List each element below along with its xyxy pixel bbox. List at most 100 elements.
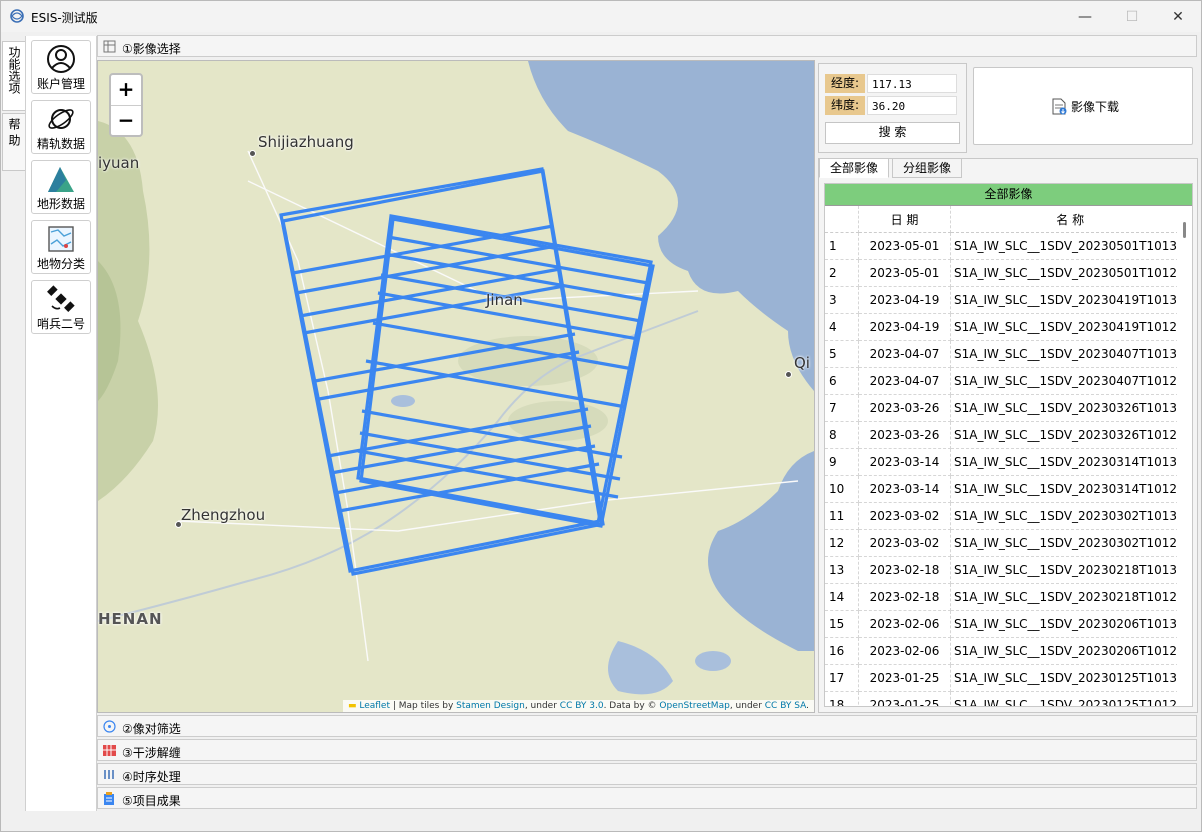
row-index: 12: [825, 529, 859, 557]
vtab-function-options[interactable]: 功能选项: [2, 41, 26, 111]
image-list-panel: 全部影像 日 期 名 称 1 2023-05-01 S1A_IW_SLC__1SDV…: [824, 183, 1193, 707]
image-download-button[interactable]: 影像下载: [973, 67, 1193, 145]
user-icon: [47, 45, 75, 73]
attribution-text: .: [806, 701, 809, 711]
table-row[interactable]: 18 2023-01-25 S1A_IW_SLC__1SDV_20230125T10…: [825, 691, 1190, 706]
table-row[interactable]: 4 2023-04-19 S1A_IW_SLC__1SDV_20230419T101…: [825, 313, 1190, 341]
map-attribution: ▬ Leaflet | Map tiles by Stamen Design, …: [342, 700, 814, 712]
cc-by-sa-link[interactable]: CC BY SA: [765, 701, 806, 711]
tab-all-images[interactable]: 全部影像: [819, 159, 890, 178]
col-name-header[interactable]: 名 称: [950, 206, 1190, 233]
minimize-button[interactable]: —: [1062, 1, 1108, 32]
row-index: 15: [825, 610, 859, 638]
row-index: 13: [825, 556, 859, 584]
row-date: 2023-02-06: [858, 637, 951, 665]
mountain-icon: [48, 167, 74, 192]
image-list-header: 全部影像: [825, 184, 1192, 206]
table-row[interactable]: 6 2023-04-07 S1A_IW_SLC__1SDV_20230407T101…: [825, 367, 1190, 395]
window-title: ESIS-测试版: [31, 11, 98, 25]
row-date: 2023-05-01: [858, 259, 951, 287]
table-row[interactable]: 2 2023-05-01 S1A_IW_SLC__1SDV_20230501T101…: [825, 259, 1190, 287]
row-index: 9: [825, 448, 859, 476]
row-index: 14: [825, 583, 859, 611]
section-title: ②像对筛选: [122, 722, 181, 736]
cc-by-link[interactable]: CC BY 3.0: [560, 701, 604, 711]
table-row[interactable]: 7 2023-03-26 S1A_IW_SLC__1SDV_20230326T101…: [825, 394, 1190, 422]
col-index-header: [825, 206, 859, 233]
timeline-icon: [104, 770, 114, 779]
tool-label: 账户管理: [36, 77, 85, 91]
row-date: 2023-05-01: [858, 232, 951, 260]
tab-grouped-images[interactable]: 分组影像: [892, 159, 963, 178]
row-name: S1A_IW_SLC__1SDV_20230302T1013...: [950, 502, 1190, 530]
osm-link[interactable]: OpenStreetMap: [659, 701, 729, 711]
row-date: 2023-04-19: [858, 313, 951, 341]
city-label-qingdao: Qi: [794, 354, 810, 372]
row-name: S1A_IW_SLC__1SDV_20230419T1013...: [950, 286, 1190, 314]
tool-panel: 账户管理 精轨数据 地形数据 地物分类 哨兵二号: [25, 36, 97, 811]
sentinel-2-button[interactable]: 哨兵二号: [31, 280, 91, 334]
table-row[interactable]: 11 2023-03-02 S1A_IW_SLC__1SDV_20230302T10…: [825, 502, 1190, 530]
table-row[interactable]: 10 2023-03-14 S1A_IW_SLC__1SDV_20230314T10…: [825, 475, 1190, 503]
status-bar: [1, 811, 1201, 831]
table-row[interactable]: 9 2023-03-14 S1A_IW_SLC__1SDV_20230314T101…: [825, 448, 1190, 476]
table-row[interactable]: 8 2023-03-26 S1A_IW_SLC__1SDV_20230326T101…: [825, 421, 1190, 449]
latitude-input[interactable]: 36.20: [867, 96, 957, 115]
row-date: 2023-03-26: [858, 421, 951, 449]
row-index: 3: [825, 286, 859, 314]
table-row[interactable]: 16 2023-02-06 S1A_IW_SLC__1SDV_20230206T10…: [825, 637, 1190, 665]
precise-orbit-button[interactable]: 精轨数据: [31, 100, 91, 154]
landcover-classification-button[interactable]: 地物分类: [31, 220, 91, 274]
row-date: 2023-03-02: [858, 529, 951, 557]
table-row[interactable]: 13 2023-02-18 S1A_IW_SLC__1SDV_20230218T10…: [825, 556, 1190, 584]
close-button[interactable]: ✕: [1155, 1, 1201, 32]
row-name: S1A_IW_SLC__1SDV_20230314T1012...: [950, 475, 1190, 503]
table-scrollbar[interactable]: [1177, 206, 1192, 706]
row-index: 7: [825, 394, 859, 422]
account-management-button[interactable]: 账户管理: [31, 40, 91, 94]
grid-icon: [103, 40, 116, 53]
terrain-data-button[interactable]: 地形数据: [31, 160, 91, 214]
zoom-out-button[interactable]: −: [111, 105, 141, 135]
section-title: ⑤项目成果: [122, 794, 181, 808]
section-pair-filter[interactable]: ②像对筛选: [97, 715, 1197, 737]
attribution-text: . Data by ©: [603, 701, 660, 711]
map-canvas: [98, 61, 814, 712]
row-name: S1A_IW_SLC__1SDV_20230407T1013...: [950, 340, 1190, 368]
maximize-button[interactable]: ☐: [1109, 1, 1155, 32]
table-row[interactable]: 15 2023-02-06 S1A_IW_SLC__1SDV_20230206T10…: [825, 610, 1190, 638]
longitude-input[interactable]: 117.13: [867, 74, 957, 93]
stamen-link[interactable]: Stamen Design: [456, 701, 525, 711]
table-row[interactable]: 14 2023-02-18 S1A_IW_SLC__1SDV_20230218T10…: [825, 583, 1190, 611]
attribution-text: , under: [524, 701, 560, 711]
section-project-results[interactable]: ⑤项目成果: [97, 787, 1197, 809]
map-view[interactable]: Shijiazhuang iyuan Jinan Zhengzhou HENAN…: [97, 60, 815, 713]
table-row[interactable]: 12 2023-03-02 S1A_IW_SLC__1SDV_20230302T10…: [825, 529, 1190, 557]
section-time-series[interactable]: ④时序处理: [97, 763, 1197, 785]
zoom-in-button[interactable]: +: [111, 75, 141, 105]
table-row[interactable]: 5 2023-04-07 S1A_IW_SLC__1SDV_20230407T101…: [825, 340, 1190, 368]
attribution-text: | Map tiles by: [390, 701, 457, 711]
section-image-selection[interactable]: ①影像选择: [97, 35, 1197, 57]
table-row[interactable]: 1 2023-05-01 S1A_IW_SLC__1SDV_20230501T101…: [825, 232, 1190, 260]
title-bar: ESIS-测试版 — ☐ ✕: [1, 1, 1201, 32]
table-row[interactable]: 3 2023-04-19 S1A_IW_SLC__1SDV_20230419T101…: [825, 286, 1190, 314]
city-marker: [785, 371, 792, 378]
row-name: S1A_IW_SLC__1SDV_20230125T1013...: [950, 664, 1190, 692]
city-label-taiyuan: iyuan: [98, 154, 140, 172]
vtab-help[interactable]: 帮 助: [2, 113, 26, 171]
search-button[interactable]: 搜 索: [825, 122, 960, 144]
scroll-thumb[interactable]: [1183, 222, 1186, 238]
section-title: ①影像选择: [122, 42, 181, 56]
row-date: 2023-02-18: [858, 583, 951, 611]
region-label-henan: HENAN: [98, 610, 163, 628]
table-row[interactable]: 17 2023-01-25 S1A_IW_SLC__1SDV_20230125T10…: [825, 664, 1190, 692]
row-name: S1A_IW_SLC__1SDV_20230326T1012...: [950, 421, 1190, 449]
row-date: 2023-04-07: [858, 340, 951, 368]
leaflet-link[interactable]: Leaflet: [359, 701, 390, 711]
image-list-tabs: 全部影像 分组影像 全部影像 日 期 名 称 1 2023-05-01 S1A_IW…: [818, 158, 1198, 713]
section-interferometry[interactable]: ③干涉解缠: [97, 739, 1197, 761]
row-name: S1A_IW_SLC__1SDV_20230314T1013...: [950, 448, 1190, 476]
col-date-header[interactable]: 日 期: [858, 206, 951, 233]
row-date: 2023-03-14: [858, 475, 951, 503]
